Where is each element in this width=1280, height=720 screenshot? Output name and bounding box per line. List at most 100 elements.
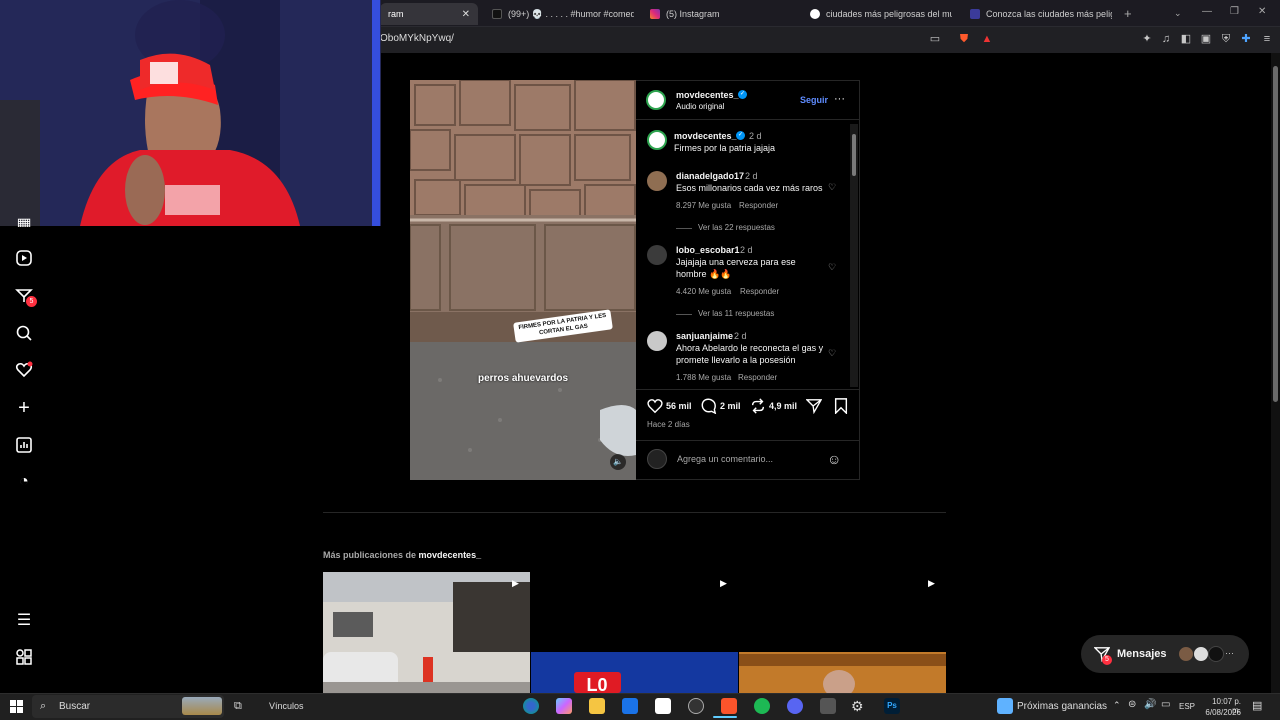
new-tab-button[interactable]: + — [1124, 6, 1132, 21]
notifications-heart-icon[interactable] — [14, 361, 34, 381]
tab-tiktok[interactable]: (99+) 💀 . . . . . #humor #comedia #... — [484, 3, 634, 25]
like-heart-icon[interactable] — [647, 398, 663, 419]
follow-button[interactable]: Seguir — [800, 95, 828, 105]
add-comment-input[interactable]: Agrega un comentario... — [677, 454, 773, 464]
notifications-icon[interactable]: ▤ — [1252, 699, 1262, 712]
vpn-icon[interactable]: ⛨ — [1220, 33, 1232, 45]
caption-avatar[interactable] — [647, 130, 667, 150]
settings-gear-icon[interactable]: ⚙ — [851, 698, 864, 715]
comment-avatar[interactable] — [647, 245, 667, 265]
url-text[interactable]: OboMYkNpYwq/ — [380, 33, 454, 44]
likes-count[interactable]: 56 mil — [666, 401, 692, 411]
comment-likes[interactable]: 1.788 Me gusta — [676, 373, 731, 382]
rewards-icon[interactable]: ▲ — [981, 33, 993, 45]
author-avatar[interactable] — [646, 90, 666, 110]
reply-button[interactable]: Responder — [739, 201, 778, 210]
network-icon[interactable]: ⊜ — [1128, 699, 1136, 710]
media-icon[interactable]: ♫ — [1160, 33, 1172, 45]
close-tab-icon[interactable]: ✕ — [462, 9, 470, 20]
comment-username[interactable]: dianadelgado17 — [676, 171, 744, 181]
file-explorer-icon[interactable] — [589, 698, 605, 714]
comment-likes[interactable]: 8.297 Me gusta — [676, 201, 731, 210]
reply-button[interactable]: Responder — [740, 287, 779, 296]
reposts-count[interactable]: 4,9 mil — [769, 401, 797, 411]
repost-icon[interactable] — [750, 398, 766, 419]
windows-start-icon[interactable] — [10, 700, 23, 718]
comment-avatar[interactable] — [647, 171, 667, 191]
edge-icon[interactable] — [523, 698, 539, 714]
scrollbar-thumb[interactable] — [852, 134, 856, 176]
brave-icon[interactable] — [721, 698, 737, 714]
dashboard-icon[interactable] — [14, 436, 34, 456]
widget-label[interactable]: Próximas ganancias — [1017, 701, 1107, 712]
profile-icon[interactable]: ✚ — [1240, 33, 1252, 45]
taskbar-search-placeholder[interactable]: Buscar — [59, 701, 90, 712]
close-window-icon[interactable]: ✕ — [1258, 6, 1266, 17]
view-replies-link[interactable]: Ver las 11 respuestas — [698, 309, 774, 318]
tab-news[interactable]: Conozca las ciudades más peligrosas — [962, 3, 1112, 25]
sidebar-icon[interactable]: ◧ — [1180, 33, 1192, 45]
more-posts-user[interactable]: movdecentes_ — [419, 550, 482, 560]
clock-date[interactable]: 6/08/2026 — [1203, 708, 1241, 717]
tab-instagram[interactable]: (5) Instagram — [642, 3, 792, 25]
show-hidden-icons-chevron-icon[interactable]: ⌃ — [1113, 700, 1121, 711]
copilot-icon[interactable] — [556, 698, 572, 714]
create-plus-icon[interactable]: + — [14, 398, 34, 418]
tab-list-chevron-icon[interactable]: ⌄ — [1174, 8, 1182, 19]
task-view-icon[interactable]: ⧉ — [234, 700, 242, 713]
also-from-meta-icon[interactable] — [14, 648, 34, 668]
threads-icon[interactable]: ◔ — [14, 472, 34, 492]
author-username[interactable]: movdecentes_ — [676, 90, 739, 100]
reels-partial-icon[interactable]: ▦ — [14, 215, 34, 227]
comment-avatar[interactable] — [647, 331, 667, 351]
post-thumbnail[interactable]: ▶ — [323, 572, 530, 693]
mail-icon[interactable] — [622, 698, 638, 714]
reels-icon[interactable] — [14, 249, 34, 269]
store-icon[interactable] — [655, 698, 671, 714]
photoshop-icon[interactable]: Ps — [884, 698, 900, 714]
menu-icon[interactable]: ≡ — [1261, 33, 1273, 45]
like-comment-heart-icon[interactable]: ♡ — [828, 348, 836, 359]
spotify-icon[interactable] — [754, 698, 770, 714]
like-comment-heart-icon[interactable]: ♡ — [828, 182, 836, 193]
caption-username[interactable]: movdecentes_ — [674, 131, 737, 141]
divider — [636, 389, 859, 390]
widget-icon[interactable] — [997, 698, 1013, 714]
tab-instagram-reel[interactable]: ram ✕ — [380, 3, 478, 25]
audio-label[interactable]: Audio original — [676, 102, 724, 111]
search-icon[interactable] — [14, 324, 34, 344]
wallet-icon[interactable]: ▣ — [1200, 33, 1212, 45]
reply-button[interactable]: Responder — [738, 373, 777, 382]
restore-icon[interactable]: ❐ — [1230, 6, 1239, 17]
obs-icon[interactable] — [688, 698, 704, 714]
comment-username[interactable]: sanjuanjaime — [676, 331, 733, 341]
messages-badge: 5 — [26, 296, 37, 307]
more-options-icon[interactable]: ··· — [834, 93, 845, 105]
display-icon[interactable]: ▭ — [1161, 699, 1170, 710]
comment-icon[interactable] — [701, 398, 717, 419]
language-indicator[interactable]: ESP — [1179, 702, 1195, 711]
post-thumbnail[interactable]: L0 ▶ — [531, 572, 738, 693]
like-comment-heart-icon[interactable]: ♡ — [828, 262, 836, 273]
share-icon[interactable] — [805, 398, 823, 419]
save-bookmark-icon[interactable] — [833, 398, 849, 419]
reel-video[interactable]: FIRMES POR LA PATRIA Y LES CORTAN EL GAS… — [410, 80, 636, 480]
comment-likes[interactable]: 4.420 Me gusta — [676, 287, 731, 296]
links-toolbar[interactable]: Vínculos — [269, 701, 304, 711]
more-menu-icon[interactable]: ☰ — [14, 611, 34, 631]
brave-shield-icon[interactable]: ⛊ — [958, 33, 970, 45]
tab-google-search[interactable]: ciudades más peligrosas del mundo — [802, 3, 952, 25]
mute-icon[interactable]: 🔈 — [610, 454, 626, 470]
emoji-icon[interactable]: ☺ — [827, 451, 841, 467]
post-thumbnail[interactable]: ▶ — [739, 572, 946, 693]
app-icon[interactable] — [820, 698, 836, 714]
cast-icon[interactable]: ▭ — [929, 33, 941, 45]
view-replies-link[interactable]: Ver las 22 respuestas — [698, 223, 775, 232]
discord-icon[interactable] — [787, 698, 803, 714]
volume-icon[interactable]: 🔊 — [1144, 699, 1156, 710]
comment-username[interactable]: lobo_escobar1 — [676, 245, 740, 255]
extensions-icon[interactable]: ✦ — [1141, 33, 1153, 45]
comments-count[interactable]: 2 mil — [720, 401, 741, 411]
minimize-icon[interactable]: — — [1202, 6, 1212, 17]
page-scrollbar-thumb[interactable] — [1273, 66, 1278, 402]
